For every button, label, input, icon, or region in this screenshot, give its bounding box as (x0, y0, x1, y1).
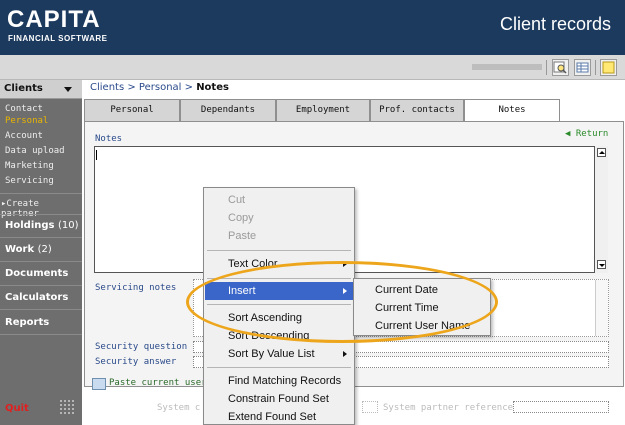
menu-item-sort-descending[interactable]: Sort Descending (205, 327, 353, 345)
menu-separator (207, 250, 351, 251)
menu-separator (207, 278, 351, 279)
submenu-item-current-date[interactable]: Current Date (354, 281, 490, 299)
note-icon[interactable] (600, 59, 617, 76)
sidebar-divider (0, 309, 82, 310)
quit-button[interactable]: Quit (5, 403, 29, 414)
submenu-arrow-icon (343, 351, 347, 357)
context-menu: Cut Copy Paste Text Color Insert Sort As… (203, 187, 355, 425)
grid-icon[interactable] (59, 399, 74, 414)
sidebar-link-account[interactable]: Account (5, 131, 43, 141)
work-count: (2) (37, 244, 52, 255)
sidebar-divider (0, 214, 82, 215)
back-arrow-icon: ◀ (565, 129, 571, 139)
work-label: Work (5, 244, 35, 255)
submenu-arrow-icon (343, 288, 347, 294)
menu-item-copy[interactable]: Copy (205, 209, 353, 227)
tab-dependants[interactable]: Dependants (180, 99, 276, 121)
return-link[interactable]: ◀ Return (565, 129, 608, 139)
breadcrumb-separator: > (124, 82, 139, 93)
sidebar-section-reports[interactable]: Reports (5, 317, 49, 328)
return-label: Return (575, 129, 609, 139)
logo-subtitle: FINANCIAL SOFTWARE (8, 34, 108, 43)
menu-item-cut[interactable]: Cut (205, 191, 353, 209)
sidebar-link-contact[interactable]: Contact (5, 104, 43, 114)
toolbar-separator (595, 60, 596, 75)
breadcrumb: Clients > Personal > Notes (90, 82, 229, 93)
text-caret (96, 150, 97, 160)
clients-dropdown-label: Clients (4, 83, 43, 94)
menu-separator (207, 304, 351, 305)
submenu-arrow-icon (343, 261, 347, 267)
menu-item-extend-found-set[interactable]: Extend Found Set (205, 408, 353, 425)
toolbar-separator (546, 60, 547, 75)
holdings-count: (10) (57, 220, 79, 231)
sidebar-link-servicing[interactable]: Servicing (5, 176, 54, 186)
sidebar-link-marketing[interactable]: Marketing (5, 161, 54, 171)
sidebar-section-holdings[interactable]: Holdings (10) (5, 220, 79, 231)
tab-personal[interactable]: Personal (84, 99, 180, 121)
tab-bar: Personal Dependants Employment Prof. con… (84, 99, 560, 122)
system-client-reference-label: System c (157, 403, 201, 413)
sidebar-link-personal[interactable]: Personal (5, 116, 48, 126)
sidebar-link-data-upload[interactable]: Data upload (5, 146, 65, 156)
sidebar: Clients Contact Personal Account Data up… (0, 80, 82, 425)
tab-prof-contacts[interactable]: Prof. contacts (370, 99, 464, 121)
submenu-item-current-time[interactable]: Current Time (354, 299, 490, 317)
sidebar-divider (0, 334, 82, 335)
menu-item-sort-by-value-list[interactable]: Sort By Value List (205, 345, 353, 363)
security-answer-label: Security answer (95, 357, 177, 367)
tab-employment[interactable]: Employment (276, 99, 370, 121)
system-client-reference-field[interactable] (362, 401, 378, 413)
app-title: Client records (499, 14, 611, 34)
system-partner-reference-field[interactable] (513, 401, 609, 413)
breadcrumb-separator: > (181, 82, 197, 93)
system-partner-reference-label: System partner reference (383, 403, 514, 413)
menu-item-constrain-found-set[interactable]: Constrain Found Set (205, 390, 353, 408)
notes-label: Notes (95, 134, 123, 144)
menu-item-insert[interactable]: Insert (205, 282, 353, 300)
sidebar-divider (0, 285, 82, 286)
find-icon[interactable] (552, 59, 569, 76)
sidebar-section-calculators[interactable]: Calculators (5, 292, 68, 303)
holdings-label: Holdings (5, 220, 55, 231)
sidebar-link-create-partner[interactable]: ▸Create partner (1, 199, 82, 219)
security-question-label: Security question (95, 342, 188, 352)
menu-item-paste[interactable]: Paste (205, 227, 353, 245)
menu-item-find-matching-records[interactable]: Find Matching Records (205, 372, 353, 390)
list-view-icon[interactable] (574, 59, 591, 76)
breadcrumb-clients[interactable]: Clients (90, 82, 124, 93)
clients-dropdown[interactable]: Clients (0, 80, 82, 99)
chevron-down-icon (64, 87, 72, 92)
text-color-label: Text Color (228, 258, 278, 270)
sidebar-section-work[interactable]: Work (2) (5, 244, 52, 255)
create-partner-label: Create partner (1, 199, 39, 219)
paste-user-icon[interactable] (92, 378, 106, 390)
insert-label: Insert (228, 285, 256, 297)
sidebar-divider (0, 261, 82, 262)
tab-notes[interactable]: Notes (464, 99, 560, 122)
breadcrumb-personal[interactable]: Personal (139, 82, 182, 93)
toolbar (0, 55, 625, 80)
menu-item-sort-ascending[interactable]: Sort Ascending (205, 309, 353, 327)
sidebar-divider (0, 193, 82, 194)
sidebar-section-documents[interactable]: Documents (5, 268, 68, 279)
servicing-notes-scrollbar[interactable] (595, 280, 608, 336)
sort-by-value-list-label: Sort By Value List (228, 348, 315, 360)
menu-separator (207, 367, 351, 368)
toolbar-user-info (472, 64, 542, 70)
app-header: CAPITA FINANCIAL SOFTWARE Client records (0, 0, 625, 55)
servicing-notes-label: Servicing notes (95, 283, 177, 293)
notes-scrollbar[interactable] (594, 146, 608, 273)
menu-item-text-color[interactable]: Text Color (205, 255, 353, 273)
scroll-down-arrow[interactable] (597, 260, 606, 269)
scroll-up-arrow[interactable] (597, 148, 606, 157)
sidebar-divider (0, 237, 82, 238)
logo: CAPITA (7, 6, 101, 33)
insert-submenu: Current Date Current Time Current User N… (353, 278, 491, 336)
paste-current-user-button[interactable]: Paste current user (109, 378, 207, 388)
submenu-item-current-user-name[interactable]: Current User Name (354, 317, 490, 335)
breadcrumb-current: Notes (196, 82, 229, 93)
